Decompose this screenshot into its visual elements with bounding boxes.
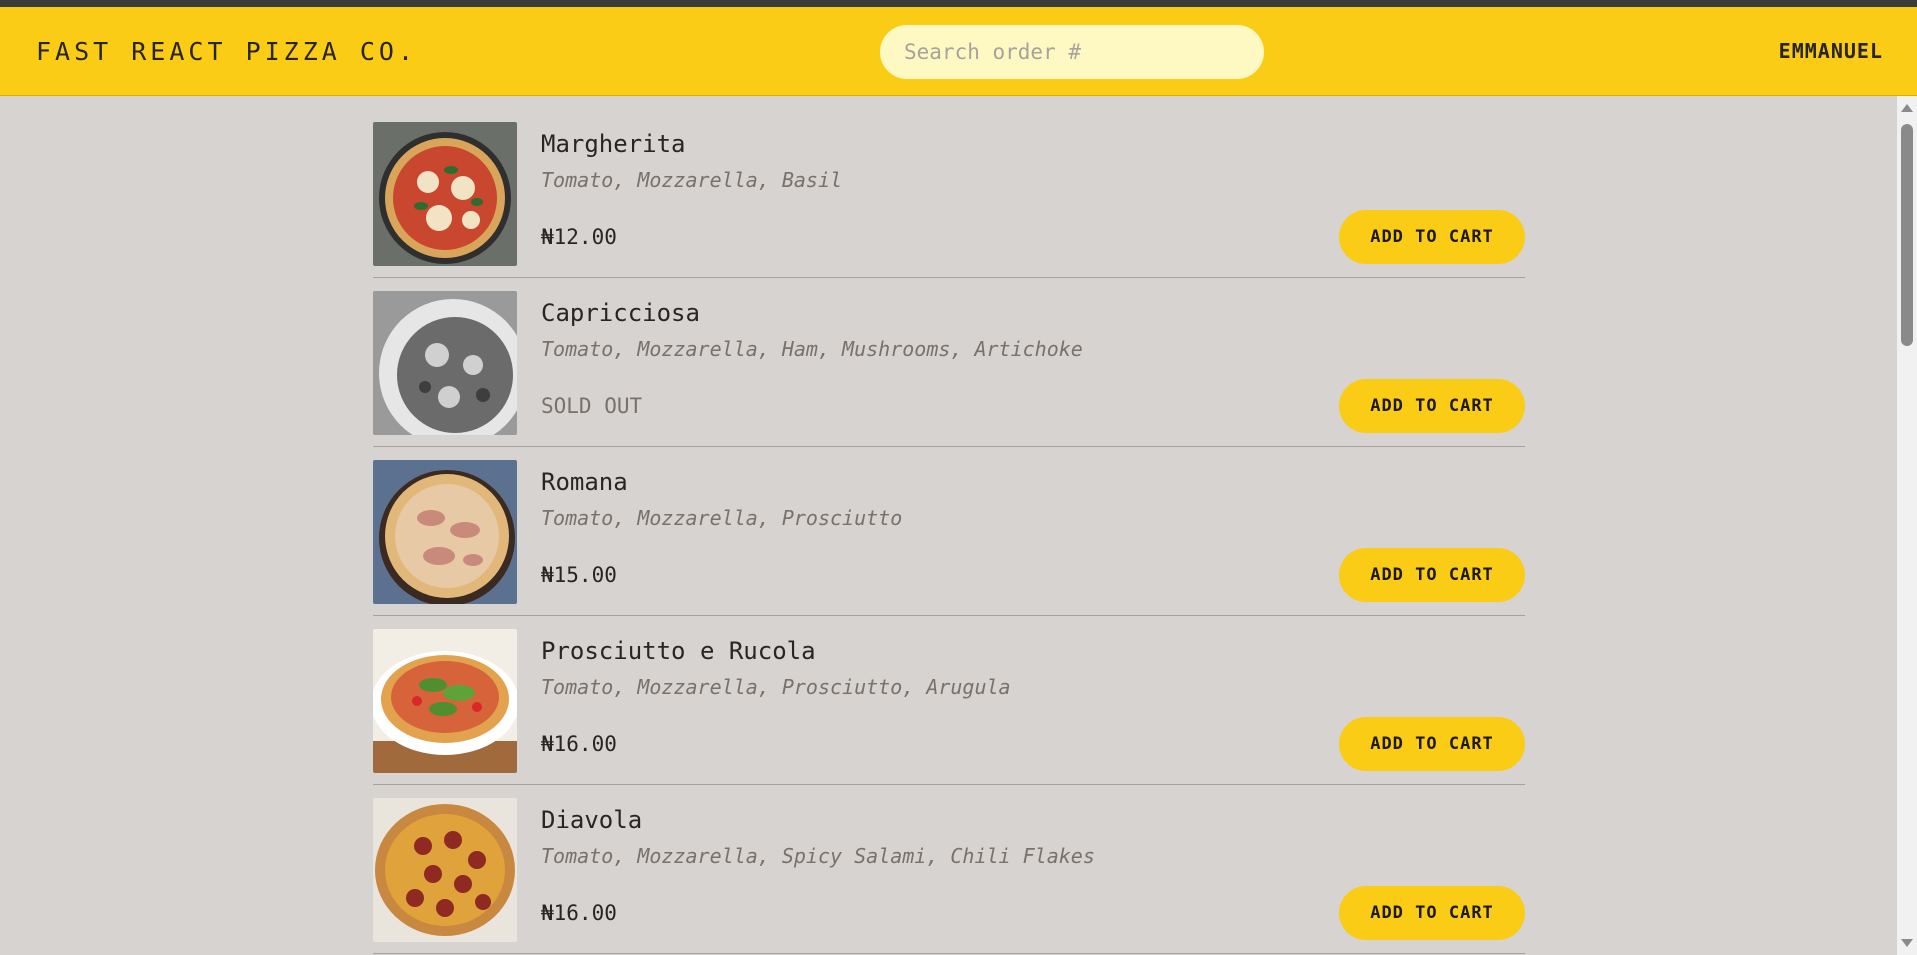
pizza-price: ₦15.00 xyxy=(541,563,617,587)
pizza-image-romana xyxy=(373,460,517,604)
pizza-ingredients: Tomato, Mozzarella, Spicy Salami, Chili … xyxy=(541,844,1095,868)
username: Emmanuel xyxy=(1778,39,1883,63)
menu-item-romana: Romana Tomato, Mozzarella, Prosciutto ₦1… xyxy=(373,447,1525,616)
add-to-cart-button-capricciosa[interactable]: Add to cart xyxy=(1339,379,1525,433)
menu-item-margherita: Margherita Tomato, Mozzarella, Basil ₦12… xyxy=(373,109,1525,278)
pizza-name: Diavola xyxy=(541,806,643,834)
menu-item-capricciosa: Capricciosa Tomato, Mozzarella, Ham, Mus… xyxy=(373,278,1525,447)
pizza-name: Prosciutto e Rucola xyxy=(541,637,816,665)
scroll-down-arrow-icon[interactable] xyxy=(1901,939,1913,947)
add-to-cart-button-prosciutto-e-rucola[interactable]: Add to cart xyxy=(1339,717,1525,771)
add-to-cart-button-romana[interactable]: Add to cart xyxy=(1339,548,1525,602)
add-to-cart-button-margherita[interactable]: Add to cart xyxy=(1339,210,1525,264)
pizza-price: ₦16.00 xyxy=(541,901,617,925)
sold-out-label: Sold out xyxy=(541,394,643,418)
search-order-input[interactable] xyxy=(880,25,1264,79)
page-scrollbar[interactable] xyxy=(1897,96,1917,955)
pizza-ingredients: Tomato, Mozzarella, Prosciutto, Arugula xyxy=(541,675,1011,699)
pizza-name: Romana xyxy=(541,468,628,496)
pizza-ingredients: Tomato, Mozzarella, Prosciutto xyxy=(541,506,903,530)
window-top-strip xyxy=(0,0,1917,7)
pizza-menu-list: Margherita Tomato, Mozzarella, Basil ₦12… xyxy=(373,109,1525,954)
pizza-ingredients: Tomato, Mozzarella, Basil xyxy=(541,168,843,192)
pizza-image-capricciosa xyxy=(373,291,517,435)
add-to-cart-button-diavola[interactable]: Add to cart xyxy=(1339,886,1525,940)
pizza-price: ₦12.00 xyxy=(541,225,617,249)
app-header: Fast React Pizza Co. Emmanuel xyxy=(0,7,1917,96)
pizza-image-diavola xyxy=(373,798,517,942)
pizza-name: Capricciosa xyxy=(541,299,700,327)
pizza-image-margherita xyxy=(373,122,517,266)
scroll-up-arrow-icon[interactable] xyxy=(1901,104,1913,112)
pizza-price: ₦16.00 xyxy=(541,732,617,756)
menu-item-diavola: Diavola Tomato, Mozzarella, Spicy Salami… xyxy=(373,785,1525,954)
pizza-ingredients: Tomato, Mozzarella, Ham, Mushrooms, Arti… xyxy=(541,337,1083,361)
menu-item-prosciutto-e-rucola: Prosciutto e Rucola Tomato, Mozzarella, … xyxy=(373,616,1525,785)
logo-link[interactable]: Fast React Pizza Co. xyxy=(36,37,417,66)
pizza-image-prosciutto-e-rucola xyxy=(373,629,517,773)
scrollbar-thumb[interactable] xyxy=(1901,124,1913,346)
pizza-name: Margherita xyxy=(541,130,686,158)
